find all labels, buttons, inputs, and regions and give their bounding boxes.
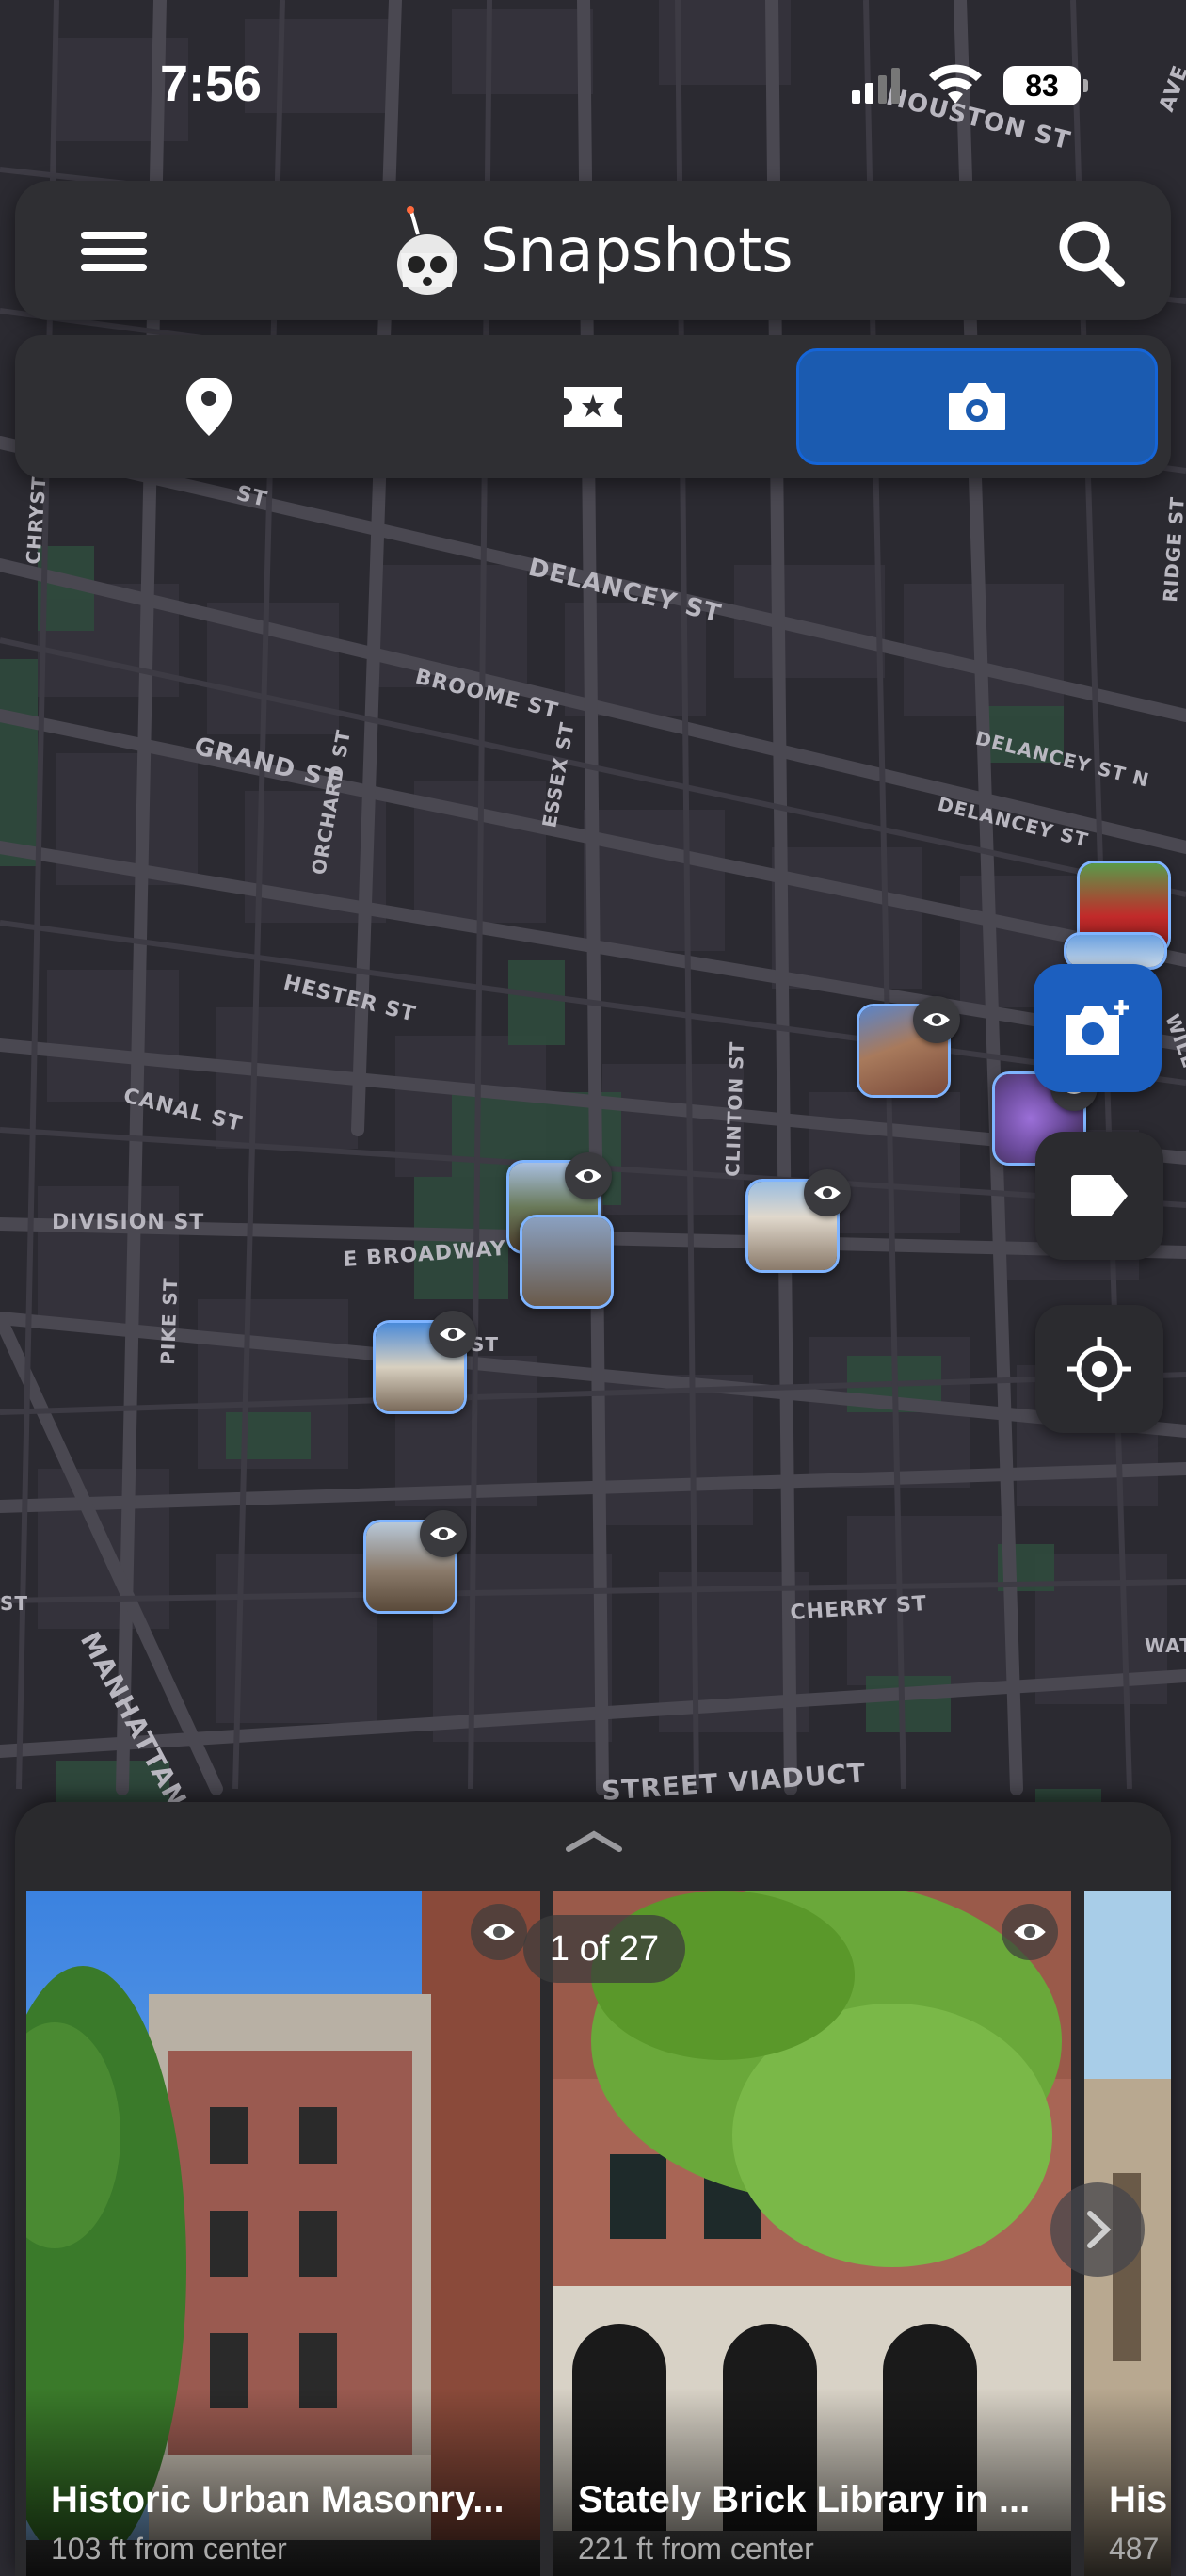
eye-icon[interactable] xyxy=(420,1510,467,1557)
battery-indicator: 83 xyxy=(1003,66,1088,105)
add-snapshot-button[interactable] xyxy=(1034,964,1162,1092)
next-card-button[interactable] xyxy=(1050,2182,1145,2277)
eye-icon[interactable] xyxy=(1002,1904,1058,1960)
page-title: Snapshots xyxy=(480,217,793,286)
cellular-signal-icon xyxy=(852,68,900,104)
snapshot-title: Stately Brick Library in ... xyxy=(578,2479,1031,2520)
tab-snapshots[interactable] xyxy=(796,348,1158,465)
eye-icon[interactable] xyxy=(913,996,960,1043)
status-time: 7:56 xyxy=(160,56,263,112)
chevron-up-icon[interactable] xyxy=(561,1823,627,1860)
search-icon[interactable] xyxy=(1049,211,1133,296)
status-bar: 7:56 83 xyxy=(0,0,1186,169)
eye-icon[interactable] xyxy=(429,1311,476,1358)
snapshot-distance: 487 xyxy=(1109,2532,1160,2566)
snapshot-card[interactable]: Stately Brick Library in ... 221 ft from… xyxy=(553,1891,1071,2576)
camera-plus-icon xyxy=(1066,1000,1129,1055)
snapshot-title: Historic Urban Masonry... xyxy=(51,2479,505,2520)
ticket-star-icon xyxy=(564,387,622,427)
snapshot-card[interactable]: Historic Urban Masonry... 103 ft from ce… xyxy=(26,1891,540,2576)
snapshot-title: His xyxy=(1109,2479,1168,2520)
snapshots-sheet: Historic Urban Masonry... 103 ft from ce… xyxy=(15,1802,1171,2576)
wifi-icon xyxy=(929,64,982,104)
hamburger-menu-icon[interactable] xyxy=(62,218,166,284)
eye-icon[interactable] xyxy=(804,1169,851,1216)
svg-text:WAT: WAT xyxy=(1145,1634,1186,1657)
map-photo-pin[interactable] xyxy=(520,1215,614,1309)
carousel-counter: 1 of 27 xyxy=(523,1915,685,1983)
tag-button[interactable] xyxy=(1035,1132,1163,1260)
tag-icon xyxy=(1071,1175,1128,1216)
robot-mascot-icon xyxy=(397,206,457,295)
tab-places[interactable] xyxy=(28,348,390,465)
svg-text:CLINTON ST: CLINTON ST xyxy=(721,1040,748,1177)
crosshair-icon xyxy=(1067,1337,1131,1401)
svg-text:DIVISION ST: DIVISION ST xyxy=(52,1211,204,1234)
chevron-right-icon xyxy=(1087,2211,1112,2248)
svg-text:PIKE ST: PIKE ST xyxy=(156,1277,182,1365)
snapshot-distance: 221 ft from center xyxy=(578,2532,814,2566)
app-header: Snapshots xyxy=(15,181,1171,320)
svg-text:ST: ST xyxy=(0,1592,28,1615)
camera-icon xyxy=(949,383,1005,430)
location-pin-icon xyxy=(186,378,232,436)
eye-icon[interactable] xyxy=(471,1904,527,1960)
mode-tabs xyxy=(15,335,1171,478)
eye-icon[interactable] xyxy=(565,1152,612,1199)
tab-experiences[interactable] xyxy=(412,348,774,465)
locate-me-button[interactable] xyxy=(1035,1305,1163,1433)
snapshot-distance: 103 ft from center xyxy=(51,2532,287,2566)
